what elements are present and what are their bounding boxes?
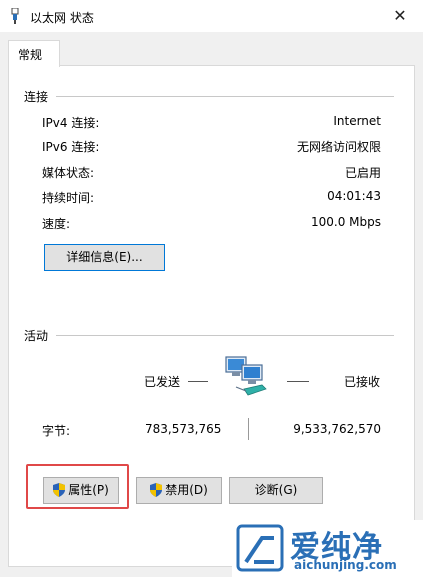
ipv6-value: 无网络访问权限 — [296, 140, 381, 154]
connection-divider — [56, 96, 394, 97]
sent-label: 已发送 — [144, 375, 181, 389]
bytes-sent-value: 783,573,765 — [145, 422, 222, 436]
bytes-received-value: 9,533,762,570 — [293, 422, 381, 436]
speed-value: 100.0 Mbps — [310, 215, 381, 229]
received-label: 已接收 — [344, 375, 381, 389]
ipv6-label: IPv6 连接: — [42, 140, 100, 154]
watermark: 爱纯净 aichunjing.com — [232, 520, 423, 577]
tab-general-label: 常规 — [18, 48, 43, 62]
ethernet-icon — [11, 8, 19, 24]
disable-button[interactable]: 禁用(D) — [136, 477, 222, 504]
disable-button-label: 禁用(D) — [165, 483, 208, 497]
bytes-label: 字节: — [42, 424, 71, 438]
highlight-frame — [26, 464, 129, 509]
media-state-value: 已启用 — [344, 166, 381, 180]
duration-label: 持续时间: — [42, 191, 95, 205]
activity-group-label: 活动 — [24, 329, 49, 343]
ipv4-value: Internet — [333, 114, 381, 128]
details-button[interactable]: 详细信息(E)... — [44, 244, 165, 271]
tab-general[interactable]: 常规 — [8, 40, 60, 67]
diagnose-button[interactable]: 诊断(G) — [229, 477, 323, 504]
ipv4-label: IPv4 连接: — [42, 116, 100, 130]
network-computers-icon — [225, 356, 267, 396]
media-state-label: 媒体状态: — [42, 166, 95, 180]
watermark-url: aichunjing.com — [294, 558, 397, 572]
shield-icon — [150, 483, 163, 497]
bytes-separator — [248, 418, 249, 440]
close-button[interactable]: ✕ — [377, 0, 423, 32]
activity-divider — [56, 335, 394, 336]
sent-line — [188, 381, 208, 382]
title-bar: 以太网 状态 ✕ — [0, 0, 423, 32]
received-line — [287, 381, 309, 382]
window-title: 以太网 状态 — [30, 11, 94, 25]
speed-label: 速度: — [42, 217, 71, 231]
watermark-logo — [236, 524, 284, 572]
connection-group-label: 连接 — [24, 90, 49, 104]
duration-value: 04:01:43 — [327, 189, 381, 203]
